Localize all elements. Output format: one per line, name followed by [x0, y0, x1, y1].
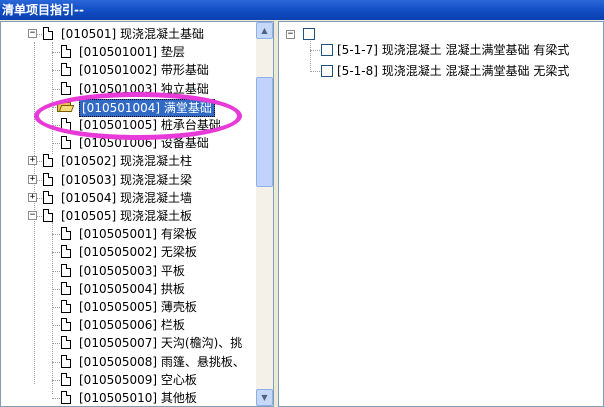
collapse-button[interactable]: − [28, 211, 37, 220]
tree-item-label: [010505009] 空心板 [79, 372, 197, 387]
tree-item-label: [010501003] 独立基础 [79, 81, 209, 96]
document-icon [61, 318, 71, 332]
quota-item[interactable]: [5-1-7] 现浇混凝土 混凝土满堂基础 有梁式 [279, 41, 603, 59]
document-icon [61, 45, 71, 59]
tree-category-item[interactable]: − [010501] 现浇混凝土基础 [1, 25, 255, 43]
tree-item-label: [010505005] 薄壳板 [79, 300, 197, 314]
tree-subitem[interactable]: [010505008] 雨篷、悬挑板、 [1, 353, 255, 371]
document-icon [43, 27, 53, 40]
scroll-up-button[interactable]: ▲ [256, 22, 273, 39]
quota-list-tree[interactable]: − [5-1-7] 现浇混凝土 混凝土满堂基础 有梁式 [5-1-8] 现浇混凝土… [278, 21, 604, 407]
tree-item-label: [010505] 现浇混凝土板 [61, 209, 192, 223]
document-icon [61, 245, 71, 259]
document-icon [61, 336, 71, 350]
document-icon [61, 136, 71, 150]
item-category-tree[interactable]: − [010501] 现浇混凝土基础 [010501001] 垫层 [01050100… [0, 21, 274, 407]
tree-guide-line [310, 50, 320, 51]
tree-item-label-selected: [010501004] 满堂基础 [79, 98, 215, 117]
tree-category-item[interactable]: − [010505] 现浇混凝土板 [1, 207, 255, 225]
tree-category-item[interactable]: + [010503] 现浇混凝土梁 [1, 171, 255, 189]
window-title: 清单项目指引-- [2, 3, 84, 17]
open-folder-icon [57, 101, 75, 113]
right-root-checkbox[interactable] [303, 28, 315, 40]
tree-subitem[interactable]: [010501004] 满堂基础 [1, 98, 255, 117]
tree-subitem[interactable]: [010501005] 桩承台基础 [1, 116, 255, 134]
chevron-down-icon: ▼ [261, 393, 268, 402]
tree-subitem[interactable]: [010501006] 设备基础 [1, 134, 255, 152]
tree-subitem[interactable]: [010505001] 有梁板 [1, 225, 255, 243]
document-icon [61, 63, 71, 77]
tree-subitem[interactable]: [010505003] 平板 [1, 262, 255, 280]
document-icon [61, 391, 71, 404]
tree-vertical-scrollbar[interactable]: ▲ ▼ [256, 22, 273, 406]
quota-item-checkbox[interactable] [321, 44, 333, 56]
tree-subitem[interactable]: [010505007] 天沟(檐沟)、挑 [1, 334, 255, 352]
window-title-bar: 清单项目指引-- [0, 0, 604, 20]
document-icon [61, 354, 71, 368]
document-icon [61, 227, 71, 241]
tree-item-label: [010501001] 垫层 [79, 45, 185, 60]
tree-subitem[interactable]: [010501001] 垫层 [1, 43, 255, 61]
quota-item-label: [5-1-7] 现浇混凝土 混凝土满堂基础 有梁式 [337, 43, 570, 57]
quota-item-checkbox[interactable] [321, 65, 333, 77]
tree-item-label: [010502] 现浇混凝土柱 [61, 154, 192, 169]
quota-item[interactable]: [5-1-8] 现浇混凝土 混凝土满堂基础 无梁式 [279, 62, 603, 80]
tree-subitem[interactable]: [010505010] 其他板 [1, 389, 255, 406]
document-icon [61, 81, 71, 95]
tree-item-label: [010504] 现浇混凝土墙 [61, 190, 192, 205]
tree-category-item[interactable]: + [010502] 现浇混凝土柱 [1, 152, 255, 170]
tree-subitem[interactable]: [010505004] 拱板 [1, 280, 255, 298]
tree-item-label: [010501] 现浇混凝土基础 [61, 27, 204, 41]
tree-item-label: [010505006] 栏板 [79, 318, 185, 333]
tree-subitem[interactable]: [010505009] 空心板 [1, 371, 255, 389]
tree-subitem[interactable]: [010501002] 带形基础 [1, 61, 255, 79]
expand-button[interactable]: + [28, 174, 37, 184]
tree-item-label: [010503] 现浇混凝土梁 [61, 172, 192, 187]
document-icon [61, 372, 71, 386]
chevron-up-icon: ▲ [261, 26, 268, 35]
tree-item-label: [010505001] 有梁板 [79, 227, 197, 242]
document-icon [43, 209, 53, 222]
right-root-collapse-button[interactable]: − [286, 30, 295, 39]
tree-subitem[interactable]: [010505005] 薄壳板 [1, 298, 255, 316]
tree-item-label: [010501006] 设备基础 [79, 136, 209, 151]
tree-category-item[interactable]: + [010504] 现浇混凝土墙 [1, 189, 255, 207]
tree-guide-line [310, 71, 320, 72]
scroll-down-button[interactable]: ▼ [256, 389, 273, 406]
document-icon [61, 263, 71, 277]
expand-button[interactable]: + [28, 156, 37, 166]
document-icon [43, 190, 53, 204]
tree-item-label: [010505008] 雨篷、悬挑板、 [79, 354, 245, 369]
tree-subitem[interactable]: [010505006] 栏板 [1, 316, 255, 334]
tree-item-label: [010501002] 带形基础 [79, 63, 209, 78]
tree-item-label: [010505003] 平板 [79, 263, 185, 278]
tree-subitem[interactable]: [010505002] 无梁板 [1, 243, 255, 261]
document-icon [43, 172, 53, 186]
document-icon [43, 154, 53, 168]
tree-item-label: [010505010] 其他板 [79, 391, 197, 405]
document-icon [61, 118, 71, 131]
tree-item-label: [010505004] 拱板 [79, 281, 185, 296]
expand-button[interactable]: + [28, 192, 37, 202]
quota-item-label: [5-1-8] 现浇混凝土 混凝土满堂基础 无梁式 [337, 64, 570, 78]
tree-item-label: [010505007] 天沟(檐沟)、挑 [79, 336, 243, 351]
document-icon [61, 300, 71, 313]
tree-item-label: [010505002] 无梁板 [79, 245, 197, 260]
scroll-thumb[interactable] [256, 77, 273, 187]
tree-item-label: [010501005] 桩承台基础 [79, 118, 221, 132]
document-icon [61, 281, 71, 295]
collapse-button[interactable]: − [28, 29, 37, 38]
tree-subitem[interactable]: [010501003] 独立基础 [1, 80, 255, 98]
